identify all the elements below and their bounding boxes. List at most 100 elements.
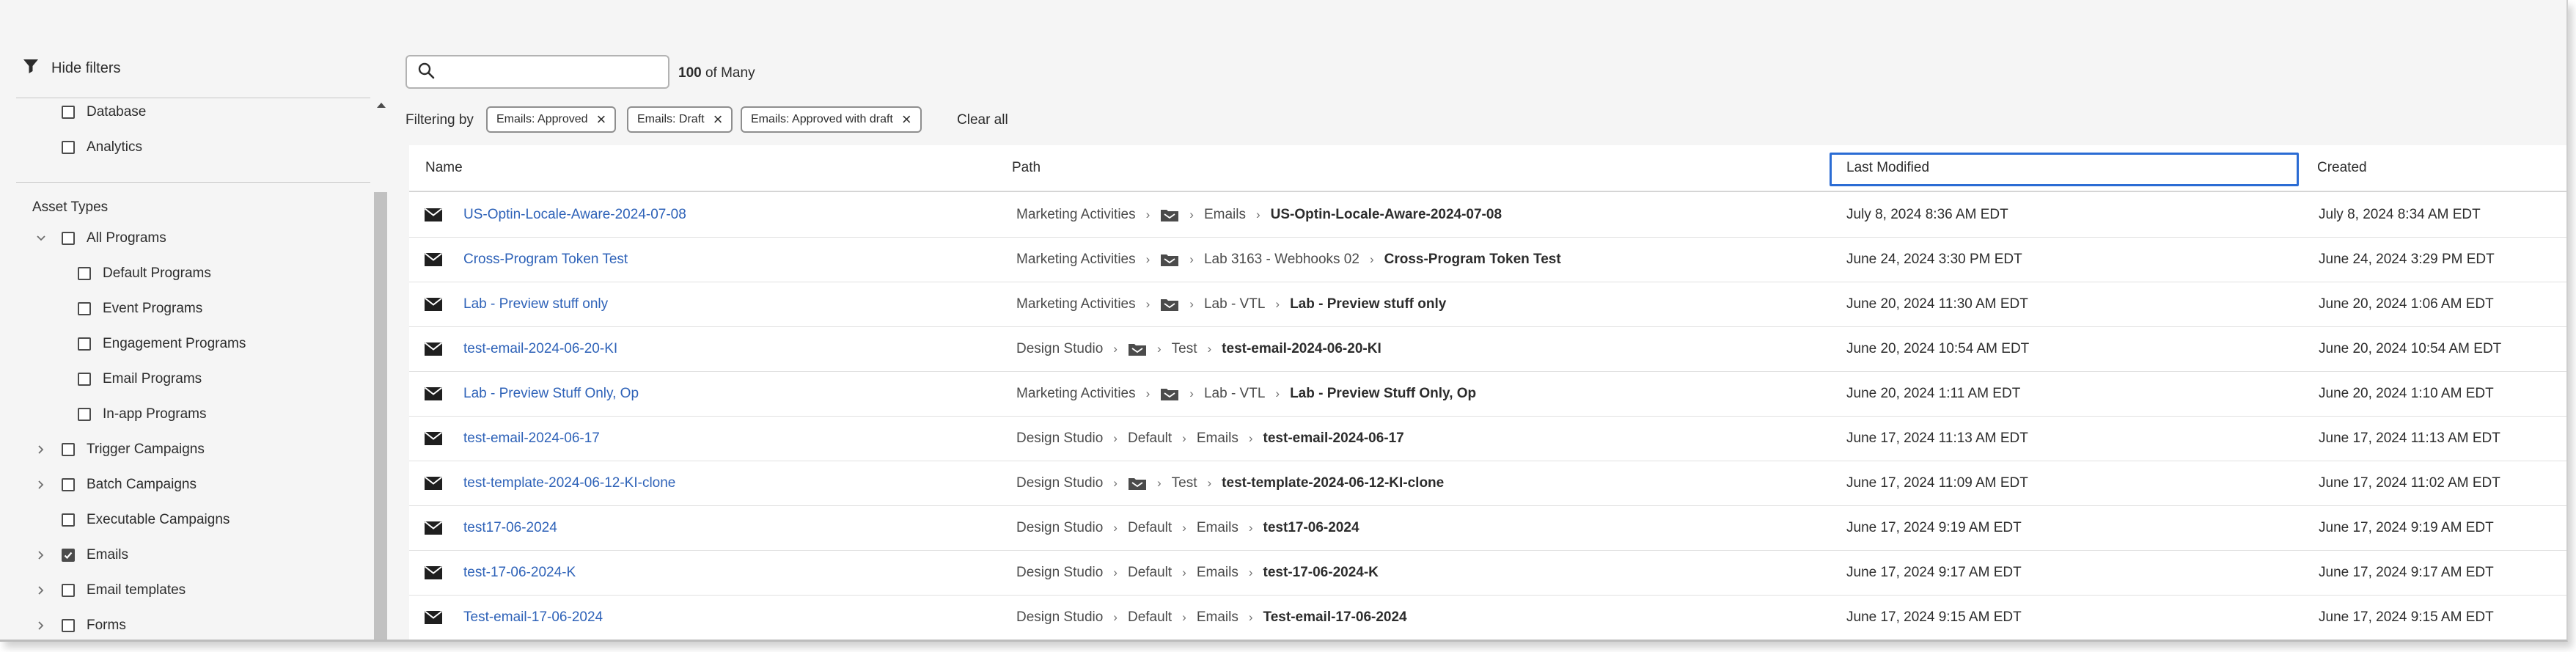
close-icon[interactable]: × [597, 111, 606, 128]
clear-all-link[interactable]: Clear all [957, 112, 1008, 128]
asset-type-label: Email Programs [103, 371, 202, 387]
table-row[interactable]: test-template-2024-06-12-KI-clone Design… [409, 461, 2566, 506]
asset-type-item[interactable]: Email Programs [78, 365, 202, 394]
path-segment[interactable]: Marketing Activities [1016, 252, 1136, 268]
table-row[interactable]: test17-06-2024 Design Studio › Default › Ema… [409, 505, 2566, 551]
search-input[interactable] [442, 58, 668, 86]
path-segment: Lab - Preview stuff only [1290, 296, 1447, 312]
asset-type-item[interactable]: Forms [35, 611, 126, 640]
sidebar-scrollbar[interactable] [373, 98, 389, 640]
checkbox[interactable] [78, 302, 91, 315]
path-segment[interactable]: Marketing Activities [1016, 386, 1136, 402]
path-segment[interactable]: Emails [1204, 207, 1246, 223]
column-header-created[interactable]: Created [2317, 145, 2367, 191]
asset-name-link[interactable]: US-Optin-Locale-Aware-2024-07-08 [463, 207, 686, 223]
path-segment[interactable]: Design Studio [1016, 565, 1103, 581]
table-row[interactable]: Lab - Preview stuff only Marketing Activ… [409, 282, 2566, 327]
path-segment[interactable]: Emails [1197, 520, 1239, 536]
chevron-right-icon[interactable] [35, 444, 47, 455]
last-modified-cell: June 20, 2024 11:30 AM EDT [1846, 296, 2028, 312]
asset-name-link[interactable]: test-email-2024-06-17 [463, 431, 600, 447]
scroll-up-arrow-icon[interactable] [377, 103, 386, 108]
table-row[interactable]: Cross-Program Token Test Marketing Activ… [409, 237, 2566, 282]
checkbox[interactable] [62, 549, 75, 562]
path-segment[interactable]: Design Studio [1016, 520, 1103, 536]
chevron-down-icon[interactable] [35, 232, 47, 244]
path-segment[interactable]: Design Studio [1016, 341, 1103, 357]
path-segment[interactable]: Default [1128, 565, 1172, 581]
path-segment[interactable]: Lab 3163 - Webhooks 02 [1204, 252, 1359, 268]
asset-type-item[interactable]: All Programs [35, 224, 166, 253]
asset-type-item[interactable]: Emails [35, 541, 128, 570]
search-field[interactable] [406, 55, 669, 89]
row-type-icon-cell [424, 282, 443, 326]
table-row[interactable]: test-email-2024-06-20-KI Design Studio › ›… [409, 326, 2566, 372]
path-segment[interactable]: Test [1172, 475, 1197, 491]
chevron-right-icon[interactable] [35, 620, 47, 631]
path-segment[interactable]: Design Studio [1016, 609, 1103, 626]
asset-type-item[interactable]: Trigger Campaigns [35, 435, 205, 464]
asset-type-item[interactable]: Executable Campaigns [35, 505, 230, 535]
asset-name-link[interactable]: test17-06-2024 [463, 520, 557, 536]
path-segment[interactable]: Lab - VTL [1204, 296, 1265, 312]
scrollbar-thumb[interactable] [374, 192, 387, 640]
asset-type-item[interactable]: Event Programs [78, 294, 202, 323]
path-segment[interactable]: Emails [1197, 609, 1239, 626]
path-segment[interactable]: Default [1128, 520, 1172, 536]
table-row[interactable]: Test-email-17-06-2024 Design Studio › Defa… [409, 595, 2566, 640]
asset-type-item[interactable]: Batch Campaigns [35, 470, 197, 499]
asset-name-link[interactable]: Test-email-17-06-2024 [463, 609, 603, 626]
table-row[interactable]: US-Optin-Locale-Aware-2024-07-08 Marketi… [409, 192, 2566, 238]
close-icon[interactable]: × [902, 111, 911, 128]
checkbox[interactable] [62, 513, 75, 527]
last-modified-cell: July 8, 2024 8:36 AM EDT [1846, 206, 2008, 222]
chevron-right-icon: › [1248, 520, 1253, 535]
checkbox[interactable] [78, 337, 91, 351]
close-icon[interactable]: × [713, 111, 723, 128]
column-header-path[interactable]: Path [1012, 145, 1041, 191]
asset-name-link[interactable]: test-17-06-2024-K [463, 565, 576, 581]
path-segment[interactable]: Design Studio [1016, 431, 1103, 447]
chevron-right-icon[interactable] [35, 479, 47, 491]
asset-type-item[interactable]: In-app Programs [78, 400, 207, 429]
asset-name-link[interactable]: test-email-2024-06-20-KI [463, 341, 617, 357]
checkbox[interactable] [78, 408, 91, 421]
chevron-right-icon[interactable] [35, 549, 47, 561]
checkbox[interactable] [62, 106, 75, 119]
checkbox[interactable] [78, 373, 91, 386]
table-row[interactable]: test-email-2024-06-17 Design Studio › Defa… [409, 416, 2566, 461]
table-row[interactable]: Lab - Preview Stuff Only, Op Marketing A… [409, 371, 2566, 417]
asset-name-link[interactable]: Lab - Preview stuff only [463, 296, 608, 312]
checkbox[interactable] [62, 619, 75, 632]
checkbox[interactable] [62, 443, 75, 456]
filter-item[interactable]: Database [62, 98, 146, 127]
path-segment[interactable]: Emails [1197, 431, 1239, 447]
table-row[interactable]: test-17-06-2024-K Design Studio › Default ›… [409, 550, 2566, 596]
asset-name-link[interactable]: test-template-2024-06-12-KI-clone [463, 475, 675, 491]
path-segment[interactable]: Emails [1197, 565, 1239, 581]
path-segment: test-email-2024-06-20-KI [1222, 340, 1381, 356]
chevron-right-icon: › [1182, 565, 1186, 579]
checkbox[interactable] [62, 584, 75, 597]
path-segment[interactable]: Default [1128, 431, 1172, 447]
checkbox[interactable] [62, 232, 75, 245]
asset-name-link[interactable]: Cross-Program Token Test [463, 252, 628, 268]
checkbox[interactable] [62, 478, 75, 491]
asset-type-item[interactable]: Email templates [35, 576, 186, 605]
path-segment[interactable]: Lab - VTL [1204, 386, 1265, 402]
path-segment[interactable]: Design Studio [1016, 475, 1103, 491]
email-icon [424, 476, 443, 491]
chevron-right-icon[interactable] [35, 585, 47, 596]
path-segment[interactable]: Test [1172, 341, 1197, 357]
filter-item[interactable]: Analytics [62, 133, 142, 162]
path-segment[interactable]: Marketing Activities [1016, 207, 1136, 223]
asset-name-link[interactable]: Lab - Preview Stuff Only, Op [463, 386, 639, 402]
asset-type-item[interactable]: Default Programs [78, 259, 211, 288]
checkbox[interactable] [62, 141, 75, 154]
path-segment[interactable]: Default [1128, 609, 1172, 626]
hide-filters-button[interactable]: Hide filters [22, 57, 120, 79]
asset-type-item[interactable]: Engagement Programs [78, 329, 246, 359]
column-header-name[interactable]: Name [425, 145, 463, 191]
checkbox[interactable] [78, 267, 91, 280]
path-segment[interactable]: Marketing Activities [1016, 296, 1136, 312]
